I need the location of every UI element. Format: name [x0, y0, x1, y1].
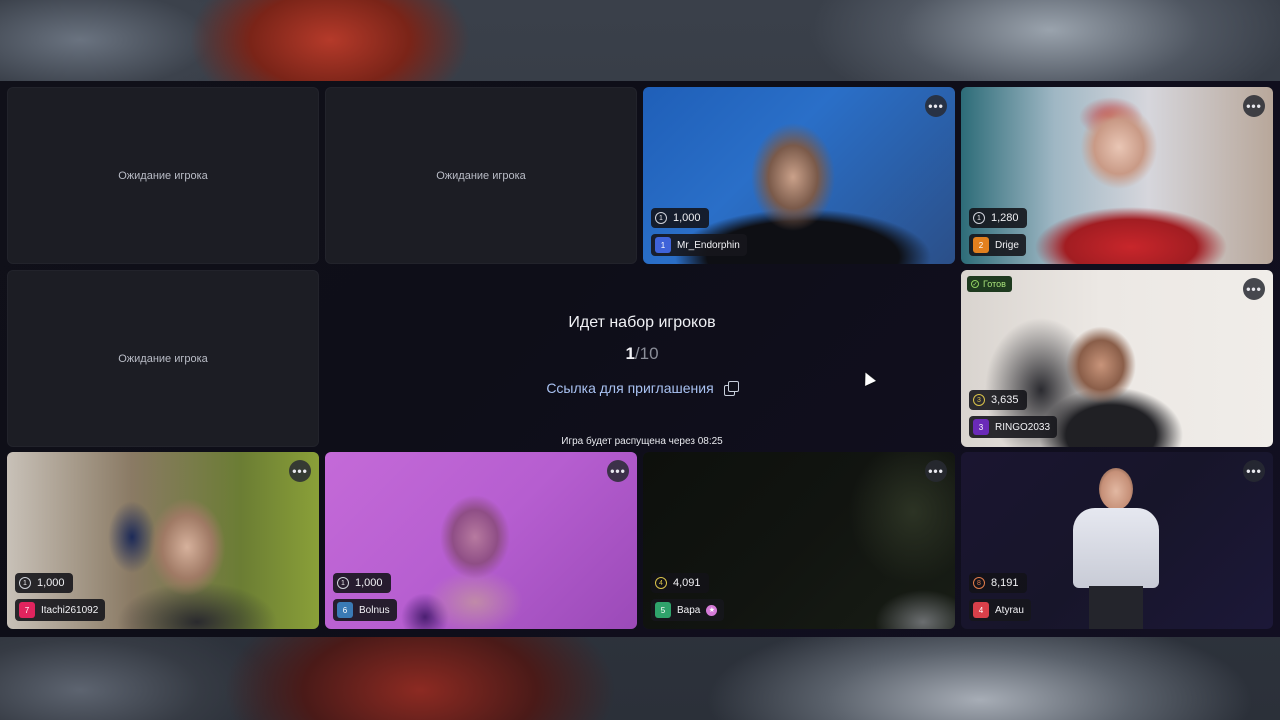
- seat-number: 2: [973, 237, 989, 253]
- player-name: Mr_Endorphin: [677, 239, 740, 251]
- empty-slot-1: Ожидание игрока: [7, 87, 319, 264]
- level-icon: 1: [19, 577, 31, 589]
- level-icon: 4: [655, 577, 667, 589]
- copy-icon[interactable]: [723, 381, 739, 396]
- invite-link-label[interactable]: Ссылка для приглашения: [546, 380, 713, 396]
- player-name: Atyrau: [995, 604, 1024, 616]
- seat-number: 7: [19, 602, 35, 618]
- player-tile-drige: ••• 1 1,280 2 Drige: [961, 87, 1273, 264]
- player-namebar[interactable]: 7 Itachi261092: [15, 599, 106, 621]
- player-name: Itachi261092: [41, 604, 99, 616]
- player-tile-ringo2033: ✓ Готов ••• 3 3,635 3 RINGO2033: [961, 270, 1273, 447]
- more-options-button[interactable]: •••: [925, 95, 947, 117]
- empty-slot-3: Ожидание игрока: [7, 270, 319, 447]
- check-icon: ✓: [971, 280, 979, 288]
- level-icon: 3: [973, 394, 985, 406]
- player-score: 1 1,000: [333, 573, 391, 593]
- lobby-status: Идет набор игроков 1/10 Ссылка для пригл…: [326, 270, 958, 447]
- player-score: 3 3,635: [969, 390, 1027, 410]
- score-value: 1,000: [673, 212, 701, 224]
- level-icon: 1: [655, 212, 667, 224]
- seat-number: 6: [337, 602, 353, 618]
- player-name: Drige: [995, 239, 1019, 251]
- player-count: 1/10: [326, 344, 958, 364]
- player-tile-itachi261092: ••• 1 1,000 7 Itachi261092: [7, 452, 319, 629]
- more-options-button[interactable]: •••: [289, 460, 311, 482]
- level-icon: 1: [973, 212, 985, 224]
- player-tile-mr-endorphin: ••• 1 1,000 1 Mr_Endorphin: [643, 87, 955, 264]
- more-options-button[interactable]: •••: [925, 460, 947, 482]
- score-value: 1,000: [355, 577, 383, 589]
- score-value: 1,000: [37, 577, 65, 589]
- player-name: RINGO2033: [995, 421, 1051, 433]
- player-score: 1 1,000: [651, 208, 709, 228]
- player-score: 4 4,091: [651, 573, 709, 593]
- dissolve-timer: Игра будет распущена через 08:25: [561, 436, 723, 447]
- waiting-label: Ожидание игрока: [436, 169, 526, 182]
- more-options-button[interactable]: •••: [1243, 278, 1265, 300]
- player-name: Bapa: [677, 604, 701, 616]
- seat-number: 5: [655, 602, 671, 618]
- seat-number: 3: [973, 419, 989, 435]
- player-tile-bolnus: ••• 1 1,000 6 Bolnus: [325, 452, 637, 629]
- waiting-label: Ожидание игрока: [118, 352, 208, 365]
- level-icon: 1: [337, 577, 349, 589]
- player-count-current: 1: [625, 344, 635, 363]
- ready-badge: ✓ Готов: [967, 276, 1012, 292]
- player-score: 1 1,280: [969, 208, 1027, 228]
- player-namebar[interactable]: 6 Bolnus: [333, 599, 397, 621]
- seat-number: 4: [973, 602, 989, 618]
- seat-number: 1: [655, 237, 671, 253]
- premium-star-icon: ★: [706, 604, 718, 616]
- player-namebar[interactable]: 5 Bapa ★: [651, 599, 725, 621]
- player-tile-atyrau: ••• 8 8,191 4 Atyrau: [961, 452, 1273, 629]
- level-icon: 8: [973, 577, 985, 589]
- score-value: 1,280: [991, 212, 1019, 224]
- more-options-button[interactable]: •••: [607, 460, 629, 482]
- player-score: 1 1,000: [15, 573, 73, 593]
- player-namebar[interactable]: 1 Mr_Endorphin: [651, 234, 747, 256]
- lobby-title: Идет набор игроков: [568, 314, 716, 331]
- ready-label: Готов: [983, 279, 1006, 289]
- player-namebar[interactable]: 2 Drige: [969, 234, 1026, 256]
- player-count-total: /10: [634, 344, 659, 363]
- player-namebar[interactable]: 4 Atyrau: [969, 599, 1031, 621]
- empty-slot-2: Ожидание игрока: [325, 87, 637, 264]
- player-tile-bapa: ••• 4 4,091 5 Bapa ★: [643, 452, 955, 629]
- waiting-label: Ожидание игрока: [118, 169, 208, 182]
- score-value: 8,191: [991, 577, 1019, 589]
- more-options-button[interactable]: •••: [1243, 95, 1265, 117]
- score-value: 3,635: [991, 394, 1019, 406]
- player-score: 8 8,191: [969, 573, 1027, 593]
- player-name: Bolnus: [359, 604, 390, 616]
- more-options-button[interactable]: •••: [1243, 460, 1265, 482]
- score-value: 4,091: [673, 577, 701, 589]
- player-namebar[interactable]: 3 RINGO2033: [969, 416, 1058, 438]
